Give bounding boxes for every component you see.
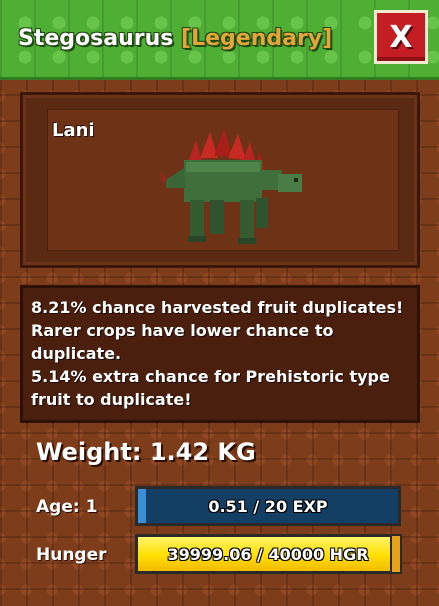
exp-bar-fill xyxy=(138,489,146,523)
hunger-label: Hunger xyxy=(36,545,107,565)
title-bar: Stegosaurus [Legendary] X xyxy=(0,0,439,80)
description-line: duplicate. xyxy=(31,344,122,363)
pet-title: Stegosaurus [Legendary] xyxy=(18,26,332,51)
pet-name: Lani xyxy=(52,120,95,141)
close-icon: X xyxy=(389,19,413,55)
exp-text: 0.51 / 20 EXP xyxy=(208,496,328,516)
exp-bar: 0.51 / 20 EXP xyxy=(135,486,401,526)
age-label: Age: 1 xyxy=(36,497,98,517)
stegosaurus-icon xyxy=(160,128,302,244)
rarity-label: [Legendary] xyxy=(181,26,333,51)
hunger-bar: 39999.06 / 40000 HGR xyxy=(135,534,401,574)
description-line: fruit to duplicate! xyxy=(31,390,192,409)
species-name: Stegosaurus xyxy=(18,26,174,51)
ability-description: 8.21% chance harvested fruit duplicates!… xyxy=(20,285,420,423)
description-line: Rarer crops have lower chance to xyxy=(31,321,334,340)
description-line: 8.21% chance harvested fruit duplicates! xyxy=(31,298,404,317)
description-line: 5.14% extra chance for Prehistoric type xyxy=(31,367,390,386)
close-button[interactable]: X xyxy=(374,10,428,64)
hunger-bar-cap xyxy=(390,534,402,574)
weight-label: Weight: 1.42 KG xyxy=(36,438,256,466)
hunger-text: 39999.06 / 40000 HGR xyxy=(167,544,369,564)
